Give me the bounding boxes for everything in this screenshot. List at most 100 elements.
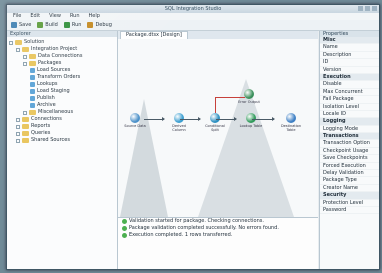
tree-item-label: Shared Sources	[31, 137, 70, 143]
property-row[interactable]: Transaction Option	[320, 140, 379, 148]
expand-icon[interactable]	[16, 131, 20, 136]
tree-item[interactable]: Reports	[9, 123, 117, 130]
folder-icon	[29, 110, 36, 115]
toolbar-label: Build	[45, 22, 58, 28]
tree-item[interactable]: Packages	[9, 60, 117, 67]
property-row[interactable]: Fail Package	[320, 96, 379, 104]
expand-icon[interactable]	[23, 110, 27, 115]
tree-item[interactable]: Archive	[9, 102, 117, 109]
minimize-icon[interactable]	[358, 6, 363, 11]
expand-icon[interactable]	[16, 138, 20, 143]
flow-node[interactable]: Destination Table	[278, 113, 304, 132]
tree-item[interactable]: Connections	[9, 116, 117, 123]
flow-node[interactable]: Lookup Table	[238, 113, 264, 128]
property-row[interactable]: Version	[320, 67, 379, 74]
error-arrow	[215, 97, 245, 98]
property-row[interactable]: Save Checkpoints	[320, 155, 379, 163]
run-button[interactable]: Run	[63, 22, 81, 28]
expand-icon[interactable]	[9, 40, 13, 45]
expand-icon[interactable]	[23, 54, 27, 59]
flow-node[interactable]: Source Data	[122, 113, 148, 128]
tree-item[interactable]: Integration Project	[9, 46, 117, 53]
tree-item-label: Reports	[31, 123, 51, 129]
expand-icon[interactable]	[16, 124, 20, 129]
property-row[interactable]: Description	[320, 52, 379, 60]
save-button[interactable]: Save	[11, 22, 31, 28]
output-line: Validation started for package. Checking…	[118, 218, 318, 225]
property-row[interactable]: Creator Name	[320, 185, 379, 193]
tree-item[interactable]: Publish	[9, 95, 117, 102]
package-icon	[30, 89, 35, 94]
run-icon	[63, 22, 70, 28]
output-line: Package validation completed successfull…	[118, 225, 318, 232]
folder-icon	[22, 131, 29, 136]
tree-item-label: Lookups	[37, 81, 58, 87]
property-row[interactable]: Forced Execution	[320, 163, 379, 171]
properties-panel: Properties Misc Name Description ID Version E…	[319, 31, 379, 269]
flow-node-label: Source Data	[124, 124, 146, 128]
tree-item-label: Miscellaneous	[38, 109, 74, 115]
build-button[interactable]: Build	[37, 22, 58, 28]
flow-node-label: Error Output	[238, 100, 260, 104]
expand-icon[interactable]	[23, 61, 27, 66]
property-row[interactable]: Name	[320, 44, 379, 52]
tree-item[interactable]: Data Connections	[9, 53, 117, 60]
property-row[interactable]: Package Type	[320, 177, 379, 185]
tree-item[interactable]: Shared Sources	[9, 137, 117, 144]
tree-item[interactable]: Load Staging	[9, 88, 117, 95]
tree-item-label: Solution	[24, 39, 45, 45]
flow-node[interactable]: Derived Column	[166, 113, 192, 132]
tree-item[interactable]: Transform Orders	[9, 74, 117, 81]
flow-node-label: Conditional Split	[205, 124, 225, 132]
property-row[interactable]: Logging Mode	[320, 126, 379, 134]
component-icon	[244, 89, 254, 99]
flow-arrow	[252, 117, 275, 121]
menu-bar: File Edit View Run Help	[7, 13, 379, 20]
title-bar: SQL Integration Studio	[7, 5, 379, 13]
tree-item-label: Transform Orders	[37, 74, 81, 80]
tab-package-design[interactable]: Package.dtsx [Design]	[120, 31, 188, 39]
tree-item-label: Queries	[31, 130, 51, 136]
output-text: Validation started for package. Checking…	[129, 218, 264, 224]
folder-icon	[29, 54, 36, 59]
maximize-icon[interactable]	[365, 6, 370, 11]
flow-arrow	[216, 117, 237, 121]
menu-edit[interactable]: Edit	[30, 13, 40, 20]
folder-icon	[22, 138, 29, 143]
solution-tree: Solution Integration Project Data Connecti…	[7, 37, 117, 144]
property-row[interactable]: Delay Validation	[320, 170, 379, 178]
property-row[interactable]: ID	[320, 59, 379, 67]
data-flow-canvas[interactable]: Source Data Derived Column Conditional Spl…	[118, 39, 318, 217]
component-icon	[130, 113, 140, 123]
property-row[interactable]: Checkpoint Usage	[320, 148, 379, 156]
menu-file[interactable]: File	[13, 13, 21, 20]
component-icon	[174, 113, 184, 123]
flow-node[interactable]: Conditional Split	[202, 113, 228, 132]
property-row[interactable]: Disable	[320, 81, 379, 89]
ide-window: SQL Integration Studio File Edit View Ru…	[6, 4, 380, 270]
expand-icon[interactable]	[16, 47, 20, 52]
menu-help[interactable]: Help	[89, 13, 100, 20]
tree-item[interactable]: Load Sources	[9, 67, 117, 74]
flow-arrow	[180, 117, 201, 121]
tree-item[interactable]: Lookups	[9, 81, 117, 88]
document-tabs: Package.dtsx [Design]	[118, 31, 318, 39]
flow-arrow	[144, 117, 165, 121]
close-icon[interactable]	[372, 6, 377, 11]
menu-view[interactable]: View	[49, 13, 61, 20]
debug-button[interactable]: Debug	[87, 22, 112, 28]
folder-icon	[22, 47, 29, 52]
expand-icon[interactable]	[16, 117, 20, 122]
tree-item[interactable]: Miscellaneous	[9, 109, 117, 116]
property-row[interactable]: Max Concurrent	[320, 89, 379, 97]
property-row[interactable]: Protection Level	[320, 200, 379, 207]
property-row[interactable]: Locale ID	[320, 111, 379, 119]
menu-run[interactable]: Run	[70, 13, 80, 20]
tree-item[interactable]: Queries	[9, 130, 117, 137]
property-row[interactable]: Password	[320, 207, 379, 215]
property-row[interactable]: Isolation Level	[320, 104, 379, 111]
tree-item-label: Connections	[31, 116, 62, 122]
flow-node-label: Destination Table	[280, 124, 302, 132]
tree-item-label: Load Staging	[37, 88, 70, 94]
tree-item[interactable]: Solution	[9, 39, 117, 46]
